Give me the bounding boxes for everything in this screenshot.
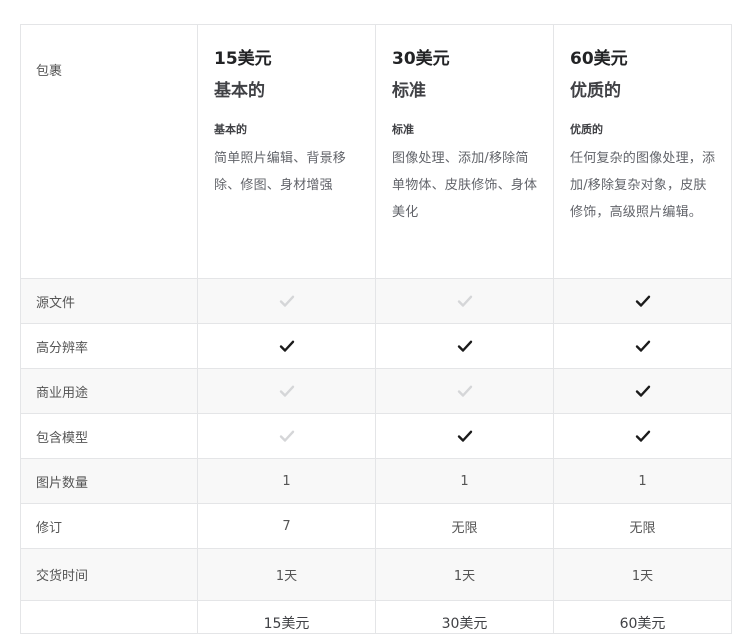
feature-name: 交货时间: [20, 548, 198, 601]
check-icon: [635, 383, 651, 399]
excluded-cell: [197, 413, 376, 459]
feature-value: 1: [197, 458, 376, 504]
check-icon: [635, 293, 651, 309]
package-header-row: 包裹 15美元 基本的 基本的 简单照片编辑、背景移除、修图、身材增强 30美元…: [20, 24, 732, 279]
package-column-premium[interactable]: 60美元 优质的 优质的 任何复杂的图像处理，添加/移除复杂对象，皮肤修饰，高级…: [553, 24, 732, 279]
feature-row-image-count: 图片数量 1 1 1: [20, 458, 732, 504]
feature-row-commercial-use: 商业用途: [20, 368, 732, 414]
package-name: 基本的: [214, 81, 265, 101]
package-price: 15美元: [214, 49, 272, 69]
feature-value: 1: [553, 458, 732, 504]
feature-row-delivery-time: 交货时间 1天 1天 1天: [20, 548, 732, 601]
feature-value: 1: [375, 458, 554, 504]
feature-name: 商业用途: [20, 368, 198, 414]
footer-price-row: 15美元 30美元 60美元: [20, 600, 732, 634]
check-icon: [279, 338, 295, 354]
check-icon: [457, 338, 473, 354]
package-name: 优质的: [570, 81, 621, 101]
included-cell: [553, 413, 732, 459]
package-title: 优质的: [570, 123, 603, 136]
included-cell: [197, 323, 376, 369]
feature-value: 7: [197, 503, 376, 549]
feature-name: 包含模型: [20, 413, 198, 459]
package-column-standard[interactable]: 30美元 标准 标准 图像处理、添加/移除简单物体、皮肤修饰、身体美化: [375, 24, 554, 279]
excluded-cell: [375, 278, 554, 324]
included-cell: [553, 323, 732, 369]
package-price: 60美元: [570, 49, 628, 69]
check-icon-disabled: [457, 293, 473, 309]
excluded-cell: [197, 368, 376, 414]
package-name: 标准: [392, 81, 426, 101]
included-cell: [375, 413, 554, 459]
feature-row-high-resolution: 高分辨率: [20, 323, 732, 369]
package-header-label: 包裹: [36, 64, 63, 79]
feature-name: 图片数量: [20, 458, 198, 504]
check-icon-disabled: [279, 428, 295, 444]
footer-price: 60美元: [619, 616, 666, 632]
package-title: 基本的: [214, 123, 247, 136]
package-comparison: 包裹 15美元 基本的 基本的 简单照片编辑、背景移除、修图、身材增强 30美元…: [20, 24, 732, 634]
package-header-label-cell: 包裹: [20, 24, 198, 279]
feature-name: 高分辨率: [20, 323, 198, 369]
package-description: 任何复杂的图像处理，添加/移除复杂对象，皮肤修饰，高级照片编辑。: [570, 151, 716, 220]
feature-value: 1天: [375, 548, 554, 601]
footer-price-cell[interactable]: 15美元: [197, 600, 376, 634]
check-icon: [635, 428, 651, 444]
check-icon-disabled: [279, 383, 295, 399]
feature-value: 无限: [375, 503, 554, 549]
check-icon-disabled: [279, 293, 295, 309]
feature-row-include-model: 包含模型: [20, 413, 732, 459]
check-icon: [457, 428, 473, 444]
included-cell: [375, 323, 554, 369]
package-description: 图像处理、添加/移除简单物体、皮肤修饰、身体美化: [392, 151, 538, 220]
feature-name: 修订: [20, 503, 198, 549]
check-icon-disabled: [457, 383, 473, 399]
excluded-cell: [375, 368, 554, 414]
feature-value: 1天: [553, 548, 732, 601]
package-column-basic[interactable]: 15美元 基本的 基本的 简单照片编辑、背景移除、修图、身材增强: [197, 24, 376, 279]
feature-name: 源文件: [20, 278, 198, 324]
footer-price: 15美元: [263, 616, 310, 632]
feature-value: 1天: [197, 548, 376, 601]
package-price: 30美元: [392, 49, 450, 69]
feature-value: 无限: [553, 503, 732, 549]
footer-price-cell[interactable]: 30美元: [375, 600, 554, 634]
package-description: 简单照片编辑、背景移除、修图、身材增强: [214, 151, 347, 193]
feature-row-source-file: 源文件: [20, 278, 732, 324]
package-title: 标准: [392, 123, 414, 136]
included-cell: [553, 278, 732, 324]
footer-price-cell[interactable]: 60美元: [553, 600, 732, 634]
package-table: 包裹 15美元 基本的 基本的 简单照片编辑、背景移除、修图、身材增强 30美元…: [20, 24, 732, 634]
check-icon: [635, 338, 651, 354]
feature-row-revisions: 修订 7 无限 无限: [20, 503, 732, 549]
footer-empty-cell: [20, 600, 198, 634]
footer-price: 30美元: [441, 616, 488, 632]
excluded-cell: [197, 278, 376, 324]
included-cell: [553, 368, 732, 414]
